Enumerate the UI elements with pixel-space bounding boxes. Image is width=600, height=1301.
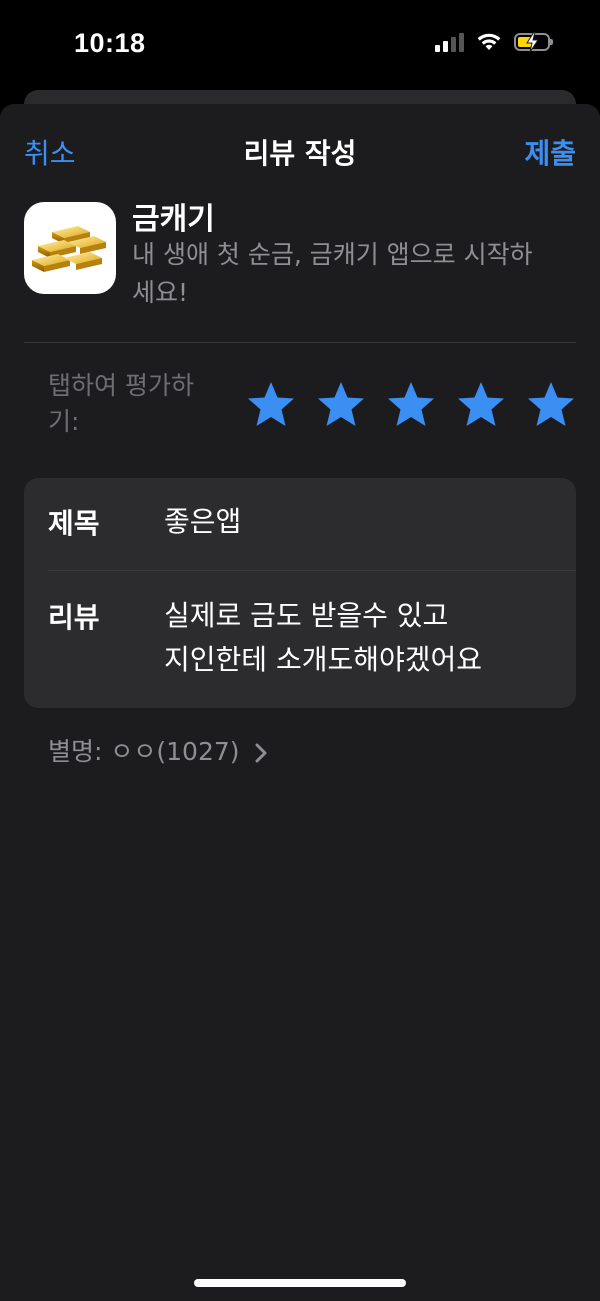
title-label: 제목 bbox=[48, 507, 100, 540]
status-time: 10:18 bbox=[74, 28, 146, 58]
nickname-label: 별명: bbox=[48, 737, 103, 766]
review-textarea[interactable]: 실제로 금도 받을수 있고 지인한테 소개도해야겠어요 bbox=[164, 594, 482, 682]
star-rating[interactable] bbox=[246, 380, 576, 430]
nav-bar: 취소 리뷰 작성 제출 bbox=[0, 104, 600, 194]
review-sheet: 취소 리뷰 작성 제출 금캐기 내 생애 첫 순금, 금캐기 앱으로 시작하세요… bbox=[0, 104, 600, 1301]
review-label: 리뷰 bbox=[48, 601, 100, 634]
star-icon[interactable] bbox=[386, 380, 436, 430]
page-title: 리뷰 작성 bbox=[243, 137, 357, 170]
cellular-signal-icon bbox=[435, 32, 464, 52]
nickname-row[interactable]: 별명: ㅇㅇ(1027) bbox=[48, 732, 267, 768]
home-indicator bbox=[194, 1279, 406, 1287]
field-separator bbox=[48, 570, 576, 571]
review-text-line: 실제로 금도 받을수 있고 bbox=[164, 599, 449, 632]
app-subtitle: 내 생애 첫 순금, 금캐기 앱으로 시작하세요! bbox=[132, 240, 533, 307]
rating-label: 탭하여 평가하기: bbox=[48, 371, 194, 436]
title-input[interactable]: 좋은앱 bbox=[164, 502, 241, 542]
nickname-value: ㅇㅇ(1027) bbox=[110, 737, 240, 766]
star-icon[interactable] bbox=[526, 380, 576, 430]
star-icon[interactable] bbox=[456, 380, 506, 430]
chevron-right-icon bbox=[255, 743, 267, 763]
status-icons bbox=[435, 32, 553, 52]
star-icon[interactable] bbox=[246, 380, 296, 430]
wifi-icon bbox=[477, 33, 501, 50]
star-icon[interactable] bbox=[316, 380, 366, 430]
app-name: 금캐기 bbox=[132, 202, 215, 237]
title-field[interactable]: 제목 좋은앱 bbox=[24, 478, 576, 570]
review-form-card: 제목 좋은앱 리뷰 실제로 금도 받을수 있고 지인한테 소개도해야겠어요 bbox=[24, 478, 576, 708]
submit-button[interactable]: 제출 bbox=[524, 132, 576, 172]
divider bbox=[24, 342, 576, 343]
battery-charging-icon bbox=[514, 32, 553, 52]
gold-bars-icon bbox=[24, 202, 116, 294]
status-bar: 10:18 bbox=[0, 0, 600, 90]
review-text-line: 지인한테 소개도해야겠어요 bbox=[164, 643, 483, 676]
